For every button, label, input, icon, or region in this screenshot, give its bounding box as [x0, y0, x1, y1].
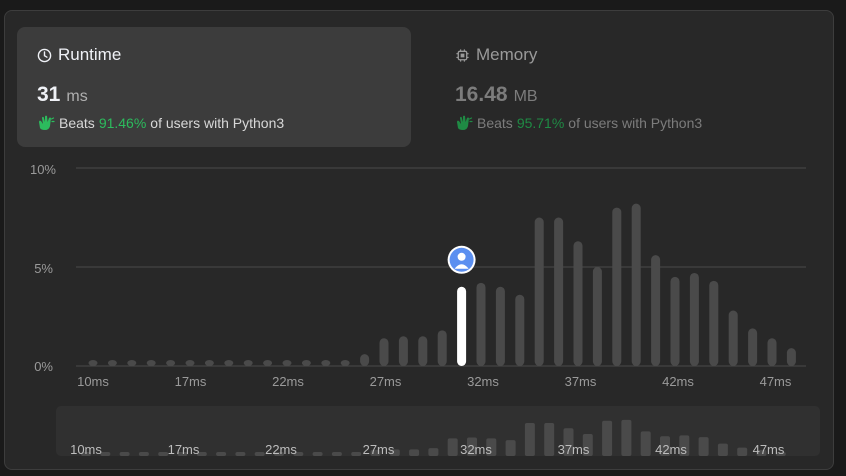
overview-bar [216, 452, 227, 456]
overview-bar [602, 420, 613, 456]
overview-bar [505, 440, 516, 456]
bar[interactable] [146, 360, 156, 366]
y-axis: 10% 5% 0% [30, 162, 56, 374]
bar[interactable] [360, 354, 370, 366]
bar[interactable] [88, 360, 98, 366]
bar[interactable] [534, 217, 544, 367]
x-tick-label: 27ms [370, 374, 402, 389]
y-tick-label: 10% [30, 162, 56, 177]
overview-x-tick-label: 10ms [70, 442, 102, 457]
bar[interactable] [418, 336, 428, 366]
bar[interactable] [592, 267, 602, 366]
x-tick-label: 47ms [760, 374, 792, 389]
avatar-marker [447, 245, 476, 274]
bar[interactable] [301, 360, 311, 366]
overview-bar [737, 447, 748, 456]
bars [88, 203, 796, 367]
bar[interactable] [437, 330, 447, 366]
bar[interactable] [263, 360, 273, 366]
bar[interactable] [495, 286, 505, 366]
x-tick-label: 10ms [77, 374, 109, 389]
overview-bar [351, 452, 362, 456]
bar[interactable] [127, 360, 137, 366]
avatar-head [457, 252, 466, 261]
x-tick-label: 22ms [272, 374, 304, 389]
overview-x-tick-label: 17ms [168, 442, 200, 457]
bar[interactable] [185, 360, 195, 366]
bar[interactable] [476, 282, 486, 366]
bar[interactable] [554, 217, 564, 367]
bar[interactable] [166, 360, 176, 366]
overview-x-tick-label: 37ms [558, 442, 590, 457]
overview-x-tick-label: 47ms [753, 442, 785, 457]
overview-bar [331, 452, 342, 456]
bar[interactable] [786, 348, 796, 366]
x-tick-label: 37ms [565, 374, 597, 389]
y-tick-label: 0% [34, 359, 53, 374]
runtime-distribution-chart[interactable]: 10% 5% 0% 10ms 17ms 22ms 27ms 32ms 37ms 42ms 47… [0, 0, 846, 476]
bar[interactable] [612, 207, 622, 366]
overview-bar [138, 452, 149, 456]
bar[interactable] [748, 328, 758, 366]
overview-bar [254, 452, 265, 456]
overview-bar [640, 431, 651, 456]
bar[interactable] [398, 336, 408, 366]
overview-bar [698, 437, 709, 456]
overview-bar [717, 443, 728, 456]
bar[interactable] [107, 360, 117, 366]
x-tick-label: 32ms [467, 374, 499, 389]
overview-bar [621, 419, 632, 456]
bar[interactable] [340, 360, 350, 366]
bar[interactable] [515, 294, 525, 366]
overview-bar [235, 452, 246, 456]
bar[interactable] [709, 280, 719, 366]
bar[interactable] [282, 360, 292, 366]
bar[interactable] [573, 241, 583, 366]
bar[interactable] [379, 338, 389, 366]
bar[interactable] [224, 360, 234, 366]
overview-x-tick-label: 42ms [655, 442, 687, 457]
y-tick-label: 5% [34, 261, 53, 276]
x-tick-label: 42ms [662, 374, 694, 389]
x-axis: 10ms 17ms 22ms 27ms 32ms 37ms 42ms 47ms [77, 374, 792, 389]
overview-x-tick-label: 32ms [460, 442, 492, 457]
bar[interactable] [204, 360, 214, 366]
overview-bar [447, 438, 458, 456]
overview-bar [544, 423, 555, 456]
bar-highlight[interactable] [457, 286, 467, 366]
bar[interactable] [321, 360, 331, 366]
x-tick-label: 17ms [175, 374, 207, 389]
bar[interactable] [670, 276, 680, 366]
overview-bar [524, 423, 535, 456]
bar[interactable] [651, 255, 661, 366]
overview-x-tick-label: 22ms [265, 442, 297, 457]
bar[interactable] [689, 272, 699, 366]
bar[interactable] [631, 203, 641, 366]
overview-x-tick-label: 27ms [363, 442, 395, 457]
overview-bar [312, 452, 323, 456]
bar[interactable] [728, 310, 738, 366]
bar[interactable] [243, 360, 253, 366]
overview-bar [409, 449, 420, 456]
overview-bar [119, 452, 130, 456]
bar[interactable] [767, 338, 777, 366]
overview-bar [428, 448, 439, 456]
